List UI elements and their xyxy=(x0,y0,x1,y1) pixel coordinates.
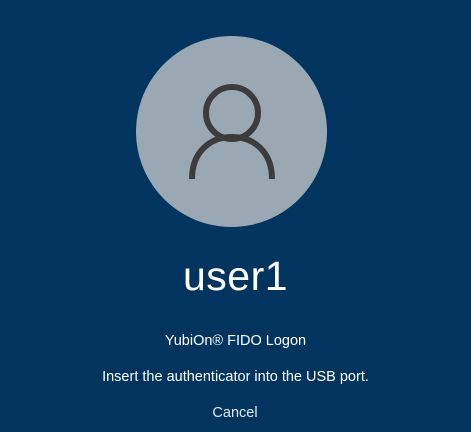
credential-provider-title: YubiOn® FIDO Logon xyxy=(164,333,307,349)
lock-screen: user1 YubiOn® FIDO Logon Insert the auth… xyxy=(0,0,471,432)
cancel-button[interactable]: Cancel xyxy=(190,402,280,424)
user-avatar xyxy=(136,36,327,227)
status-message: Insert the authenticator into the USB po… xyxy=(102,369,369,385)
user-silhouette-icon xyxy=(188,83,275,179)
username: user1 xyxy=(182,253,289,299)
